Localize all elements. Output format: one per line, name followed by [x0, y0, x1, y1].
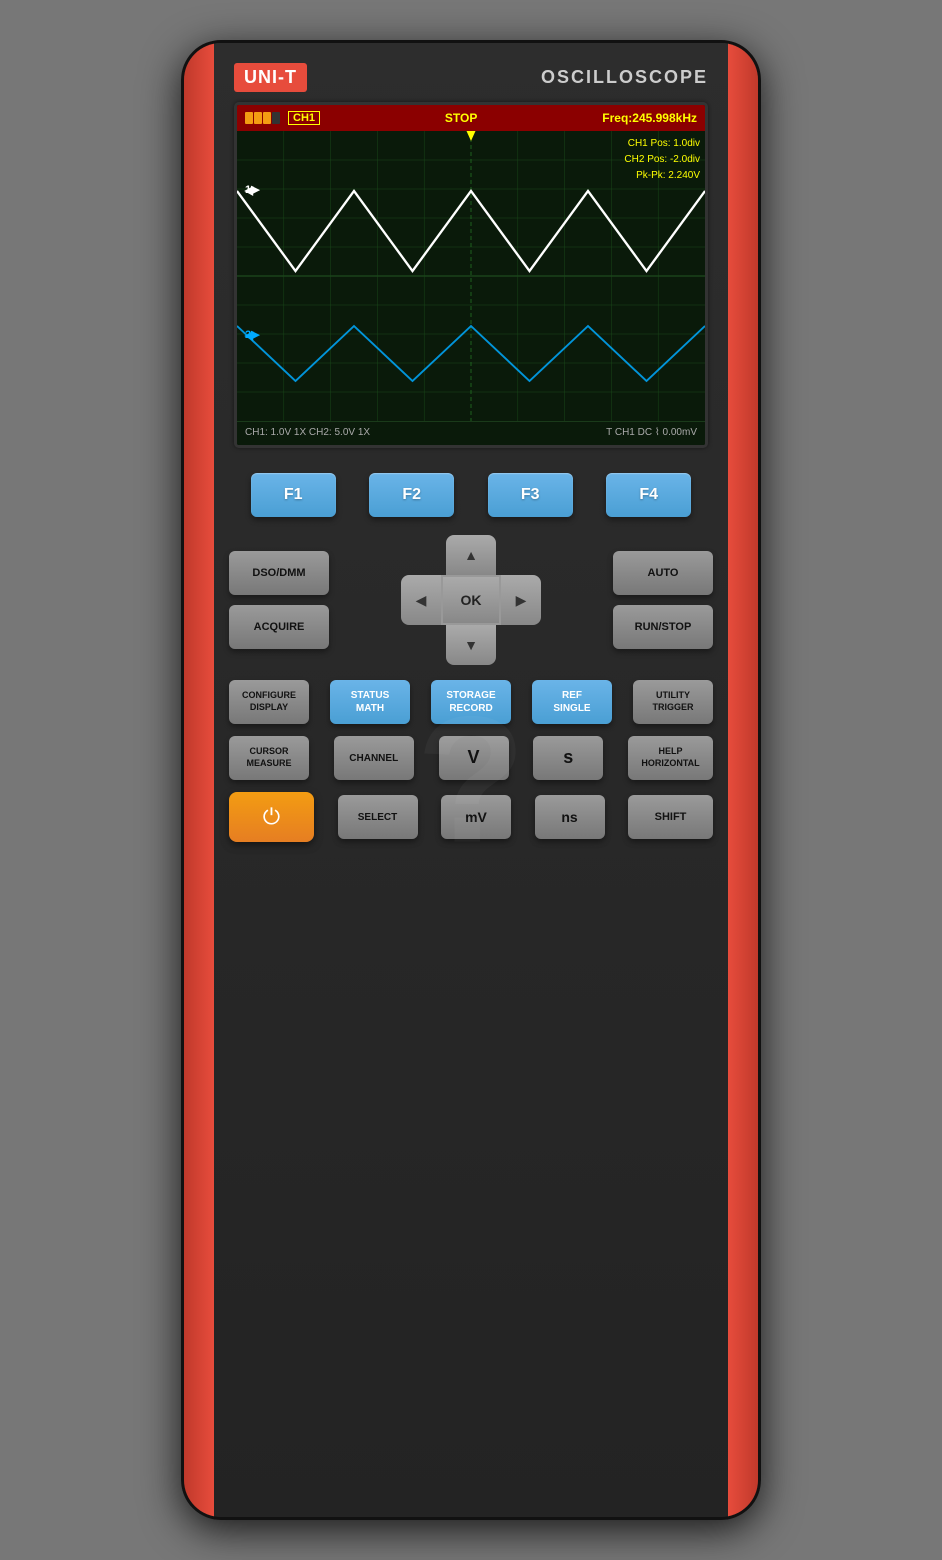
auto-button[interactable]: AUTO [613, 551, 713, 595]
screen-info: CH1 Pos: 1.0div CH2 Pos: -2.0div Pk-Pk: … [624, 136, 700, 184]
dso-dmm-button[interactable]: DSO/DMM [229, 551, 329, 595]
ch2-pos-info: CH2 Pos: -2.0div [624, 152, 700, 168]
dpad-up-button[interactable]: ▲ [446, 535, 496, 575]
dpad-spacer-top-right [496, 535, 556, 575]
dpad-right-button[interactable]: ▶ [501, 575, 541, 625]
f3-button[interactable]: F3 [488, 473, 573, 517]
dpad-container: ▲ ◀ OK ▶ ▼ [386, 535, 556, 665]
oscilloscope-screen: CH1 STOP Freq:245.998kHz [237, 105, 705, 445]
device-inner: ? UNI-T OSCILLOSCOPE [214, 43, 728, 1517]
oscilloscope-device: ? UNI-T OSCILLOSCOPE [181, 40, 761, 1520]
right-controls: AUTO RUN/STOP [613, 551, 713, 649]
fn-button-row: F1 F2 F3 F4 [229, 473, 713, 517]
second-button-row: CONFIGUREDISPLAY STATUSMATH STORAGERECOR… [229, 680, 713, 724]
dpad-bottom-row: ▼ [386, 625, 556, 665]
acquire-button[interactable]: ACQUIRE [229, 605, 329, 649]
ch2-marker: 2▶ [245, 328, 260, 341]
dpad-left-button[interactable]: ◀ [401, 575, 441, 625]
ref-single-button[interactable]: REFSINGLE [532, 680, 612, 724]
battery-bar-2 [254, 112, 262, 124]
s-button[interactable]: s [533, 736, 603, 780]
storage-record-button[interactable]: STORAGERECORD [431, 680, 511, 724]
dpad-middle-row: ◀ OK ▶ [401, 575, 541, 625]
left-controls: DSO/DMM ACQUIRE [229, 551, 329, 649]
button-panel: F1 F2 F3 F4 DSO/DMM ACQUIRE [214, 463, 728, 852]
ok-button[interactable]: OK [441, 575, 501, 625]
dpad-spacer-bottom-right [496, 625, 556, 665]
battery-bar-3 [263, 112, 271, 124]
screen-footer-2: M: 1.00μs 0.00ns [237, 443, 705, 445]
configure-display-button[interactable]: CONFIGUREDISPLAY [229, 680, 309, 724]
status-math-button[interactable]: STATUSMATH [330, 680, 410, 724]
f2-button[interactable]: F2 [369, 473, 454, 517]
dpad-spacer-top [386, 535, 446, 575]
cursor-measure-button[interactable]: CURSORMEASURE [229, 736, 309, 780]
ch1-pos-info: CH1 Pos: 1.0div [624, 136, 700, 152]
main-controls-row: DSO/DMM ACQUIRE ▲ [229, 535, 713, 665]
screen-header-left: CH1 [245, 111, 320, 125]
mv-button[interactable]: mV [441, 795, 511, 839]
device-title: OSCILLOSCOPE [541, 67, 708, 88]
help-horizontal-button[interactable]: HELPHORIZONTAL [628, 736, 713, 780]
battery-bar-4 [272, 112, 280, 124]
f4-button[interactable]: F4 [606, 473, 691, 517]
power-button[interactable]: ⏻ [229, 792, 314, 842]
ch1-marker: 1▶ [245, 183, 260, 196]
battery-icon [245, 112, 280, 124]
channel-button[interactable]: CHANNEL [334, 736, 414, 780]
power-icon: ⏻ [263, 804, 280, 830]
brand-logo: UNI-T [234, 63, 307, 92]
ns-button[interactable]: ns [535, 795, 605, 839]
power-row: ⏻ SELECT mV ns SHIFT [229, 792, 713, 842]
oscilloscope-screen-container: CH1 STOP Freq:245.998kHz [234, 102, 708, 448]
header-area: UNI-T OSCILLOSCOPE [214, 43, 728, 102]
screen-header: CH1 STOP Freq:245.998kHz [237, 105, 705, 131]
device-wrapper: ? UNI-T OSCILLOSCOPE [0, 0, 942, 1560]
screen-footer-right: T CH1 DC ⌇ 0.00mV [606, 427, 697, 438]
screen-footer: CH1: 1.0V 1X CH2: 5.0V 1X T CH1 DC ⌇ 0.0… [237, 421, 705, 443]
select-button[interactable]: SELECT [338, 795, 418, 839]
utility-trigger-button[interactable]: UTILITYTRIGGER [633, 680, 713, 724]
shift-button[interactable]: SHIFT [628, 795, 713, 839]
battery-bar-1 [245, 112, 253, 124]
dpad-spacer-bottom [386, 625, 446, 665]
v-button[interactable]: V [439, 736, 509, 780]
ch1-badge: CH1 [288, 111, 320, 125]
dpad-down-button[interactable]: ▼ [446, 625, 496, 665]
pk-pk-info: Pk-Pk: 2.240V [624, 168, 700, 184]
run-stop-button[interactable]: RUN/STOP [613, 605, 713, 649]
dpad-top-row: ▲ [386, 535, 556, 575]
screen-status: STOP [445, 111, 477, 125]
screen-footer-left: CH1: 1.0V 1X CH2: 5.0V 1X [245, 427, 370, 438]
third-button-row: CURSORMEASURE CHANNEL V s HELPHORIZONTAL [229, 736, 713, 780]
f1-button[interactable]: F1 [251, 473, 336, 517]
screen-freq: Freq:245.998kHz [602, 111, 697, 125]
screen-waveform-area: CH1 Pos: 1.0div CH2 Pos: -2.0div Pk-Pk: … [237, 131, 705, 421]
